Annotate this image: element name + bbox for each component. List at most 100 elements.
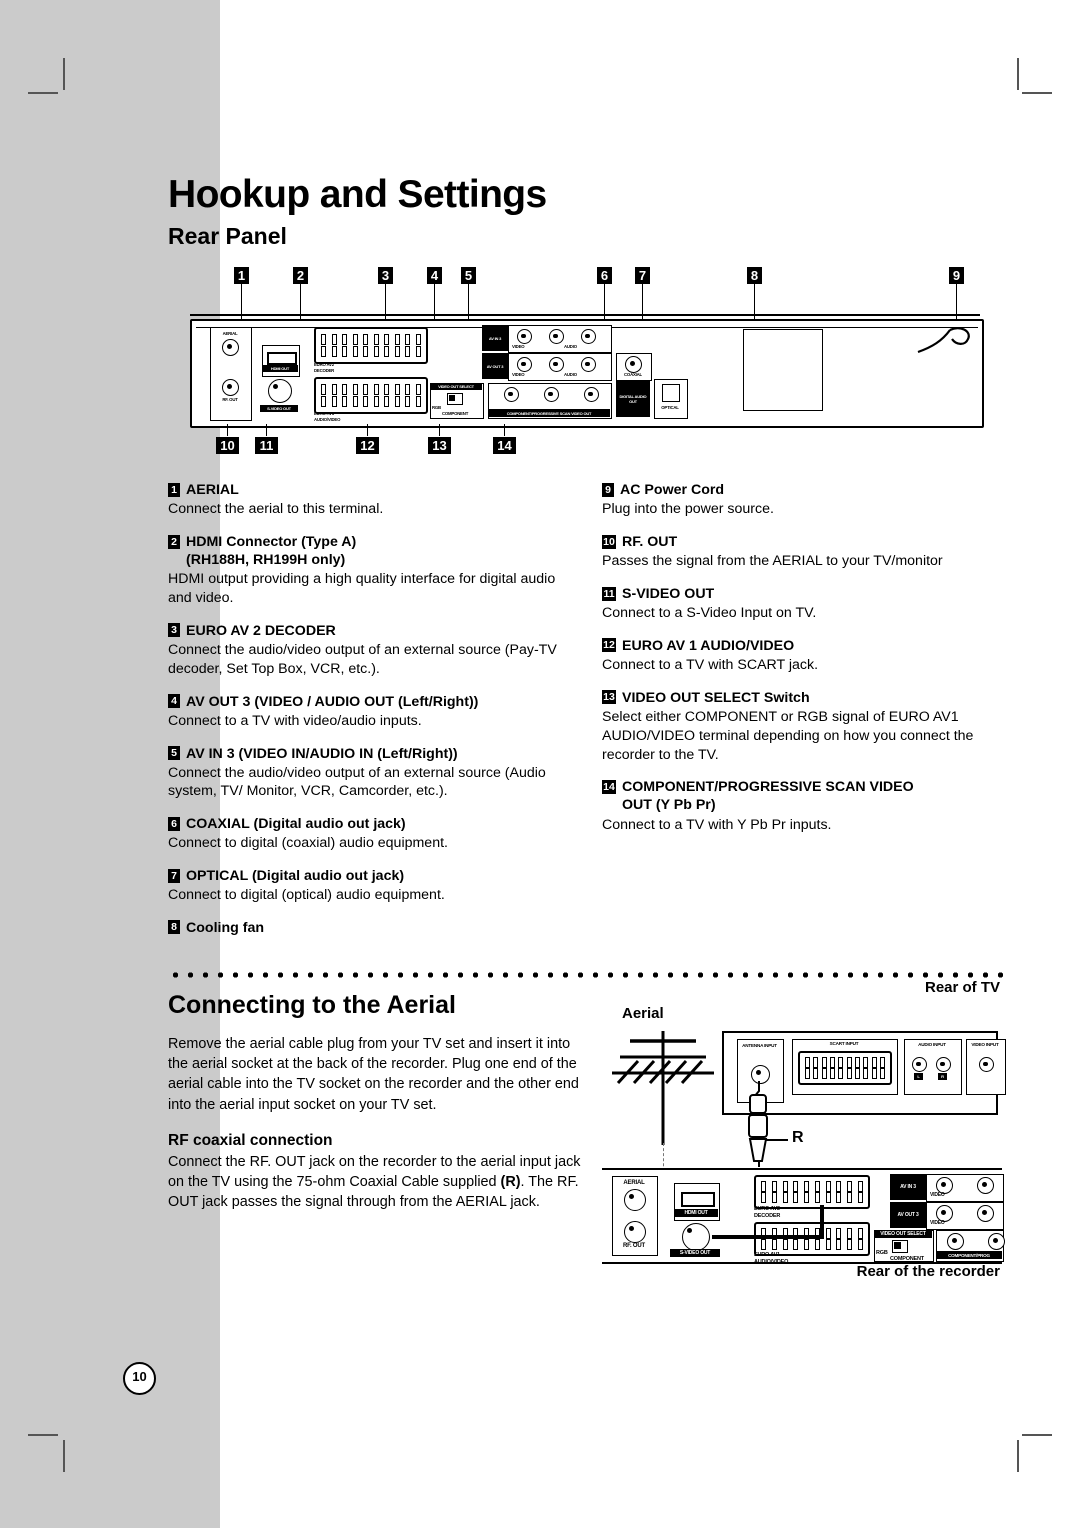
description-heading-text: AV IN 3 (VIDEO IN/AUDIO IN (Left/Right)) [186,745,458,762]
recorder-av-out-3-audio-jack [977,1205,994,1223]
av-in-3-tab: AV IN 3 [482,325,508,352]
digital-audio-out-label: DIGITAL AUDIO OUT [616,381,650,418]
description-item-10: 10 RF. OUT Passes the signal from the AE… [602,533,1002,571]
description-heading: 12 EURO AV 1 AUDIO/VIDEO [602,637,1002,655]
description-body: Connect the audio/video output of an ext… [168,764,546,800]
rear-of-recorder-caption: Rear of the recorder [856,1263,1000,1281]
figure-marker-8: 8 [747,267,762,285]
video-input-text: VIDEO INPUT [971,1042,999,1048]
component-switch-label: COMPONENT [442,411,469,417]
component-scan-label: COMPONENT/PROGRESSIVE SCAN VIDEO OUT [488,409,610,418]
av-in-3-audio-label: AUDIO [564,344,577,350]
recorder-component-prog-label: COMPONENT/PROG [936,1251,1002,1260]
recorder-av-in-3-tab: AV IN 3 [890,1174,926,1201]
description-marker-5: 5 [168,746,180,760]
rear-panel-figure: 1 2 3 4 5 6 7 8 9 AERIAL RF. OUT HDMI OU… [182,267,984,457]
description-marker-8: 8 [168,920,180,935]
scart-pin-row-top [805,1057,885,1069]
leader-14 [504,424,505,437]
figure-marker-14: 14 [493,437,516,455]
tv-video-input-label: VIDEO INPUT [966,1042,1004,1048]
coaxial-label: COAXIAL [624,372,642,378]
description-heading-text: S-VIDEO OUT [622,586,715,603]
tv-audio-input-label: AUDIO INPUT [918,1042,946,1048]
recorder-video-out-select-knob [894,1242,901,1250]
descriptions-right-column: 9 AC Power Cord Plug into the power sour… [602,481,1002,951]
aerial-section-body: Remove the aerial cable plug from your T… [168,1036,579,1113]
description-heading: 11 S-VIDEO OUT [602,585,1002,603]
euro-av1-scart [314,377,428,415]
av-in-3-video-label: VIDEO [512,344,525,350]
description-body: Plug into the power source. [602,501,774,518]
description-heading: 10 RF. OUT [602,533,1002,551]
description-item-8: 8 Cooling fan [168,919,568,937]
recorder-av-out-3-tab: AV OUT 3 [890,1202,926,1229]
description-heading-text: EURO AV 2 DECODER [186,622,336,639]
description-heading: 14 COMPONENT/PROGRESSIVE SCAN VIDEO OUT … [602,778,1002,814]
aerial-text-column: Connecting to the Aerial Remove the aeri… [168,983,588,1283]
description-marker-6: 6 [168,816,180,831]
rear-of-tv-caption: Rear of TV [924,979,1000,997]
description-item-12: 12 EURO AV 1 AUDIO/VIDEO Connect to a TV… [602,637,1002,675]
leader-13 [439,424,440,437]
description-heading: 8 Cooling fan [168,919,568,937]
recorder-aerial-jack [624,1189,646,1212]
description-marker-4: 4 [168,694,180,709]
av-out-3-tab: AV OUT 3 [482,353,508,380]
av-out-3-video-label: VIDEO [512,372,525,378]
section-subtitle: Rear Panel [168,222,287,249]
figure-marker-6: 6 [597,267,612,285]
figure-marker-7: 7 [635,267,650,285]
description-marker-7: 7 [168,868,180,883]
description-heading-line2: OUT (Y Pb Pr) [622,797,716,814]
description-heading-text: AV OUT 3 (VIDEO / AUDIO OUT (Left/Right)… [186,693,479,710]
recorder-euro-av2-scart [754,1175,870,1210]
tv-scart-input-label: SCART INPUT [829,1041,859,1047]
description-marker-14: 14 [602,779,616,794]
description-heading: 5 AV IN 3 (VIDEO IN/AUDIO IN (Left/Right… [168,745,568,763]
scart-pin-row-top [321,333,421,345]
recorder-video-out-select-label: VIDEO OUT SELECT [874,1230,932,1239]
description-marker-2: 2 [168,534,180,549]
scart-pin-row-bottom [321,346,421,358]
description-body: Connect to digital (optical) audio equip… [168,887,445,904]
description-heading-text: HDMI Connector (Type A) (RH188H, RH199H … [186,533,356,569]
manual-page: Hookup and Settings Rear Panel 1 2 3 4 5… [0,0,1080,1528]
description-heading-line1: COMPONENT/PROGRESSIVE SCAN VIDEO [622,779,914,796]
tv-audio-right-label: R [938,1073,947,1081]
leader-11 [266,424,267,437]
page-number: 10 [123,1362,156,1395]
aerial-antenna-icon [612,1031,714,1146]
description-marker-10: 10 [602,534,616,549]
recorder-component-pb-jack [988,1233,1005,1251]
aerial-port-label: AERIAL [222,331,238,337]
description-heading-text: COAXIAL (Digital audio out jack) [186,816,406,833]
description-heading: 6 COAXIAL (Digital audio out jack) [168,815,568,833]
cable-label-r: R [792,1129,804,1147]
aerial-caption: Aerial [622,1005,664,1023]
figure-marker-2: 2 [293,267,308,285]
figure-marker-3: 3 [378,267,393,285]
description-item-6: 6 COAXIAL (Digital audio out jack) Conne… [168,815,568,853]
description-heading-text: EURO AV 1 AUDIO/VIDEO [622,637,795,654]
av-out-3-audio-label: AUDIO [564,372,577,378]
description-heading: 4 AV OUT 3 (VIDEO / AUDIO OUT (Left/Righ… [168,693,568,711]
description-body: Passes the signal from the AERIAL to you… [602,553,943,570]
description-marker-3: 3 [168,623,180,638]
description-body: Connect the aerial to this terminal. [168,501,384,518]
connecting-aerial-section: Connecting to the Aerial Remove the aeri… [168,979,1013,1283]
page-content: Hookup and Settings Rear Panel 1 2 3 4 5… [168,174,1013,1283]
recorder-aerial-label: AERIAL [623,1180,645,1187]
rf-cable-ref: (R) [500,1173,521,1190]
description-heading-line2: (RH188H, RH199H only) [186,552,346,569]
description-heading: 2 HDMI Connector (Type A) (RH188H, RH199… [168,533,568,569]
description-body: Connect to digital (coaxial) audio equip… [168,835,448,852]
description-item-7: 7 OPTICAL (Digital audio out jack) Conne… [168,867,568,905]
port-descriptions: 1 AERIAL Connect the aerial to this term… [168,481,1013,951]
rf-coaxial-title: RF coaxial connection [168,1131,333,1149]
description-heading: 3 EURO AV 2 DECODER [168,622,568,640]
video-out-select-switch-knob [449,395,455,402]
description-item-9: 9 AC Power Cord Plug into the power sour… [602,481,1002,519]
description-body: Select either COMPONENT or RGB signal of… [602,709,974,763]
decoder-label: DECODER [314,368,335,374]
